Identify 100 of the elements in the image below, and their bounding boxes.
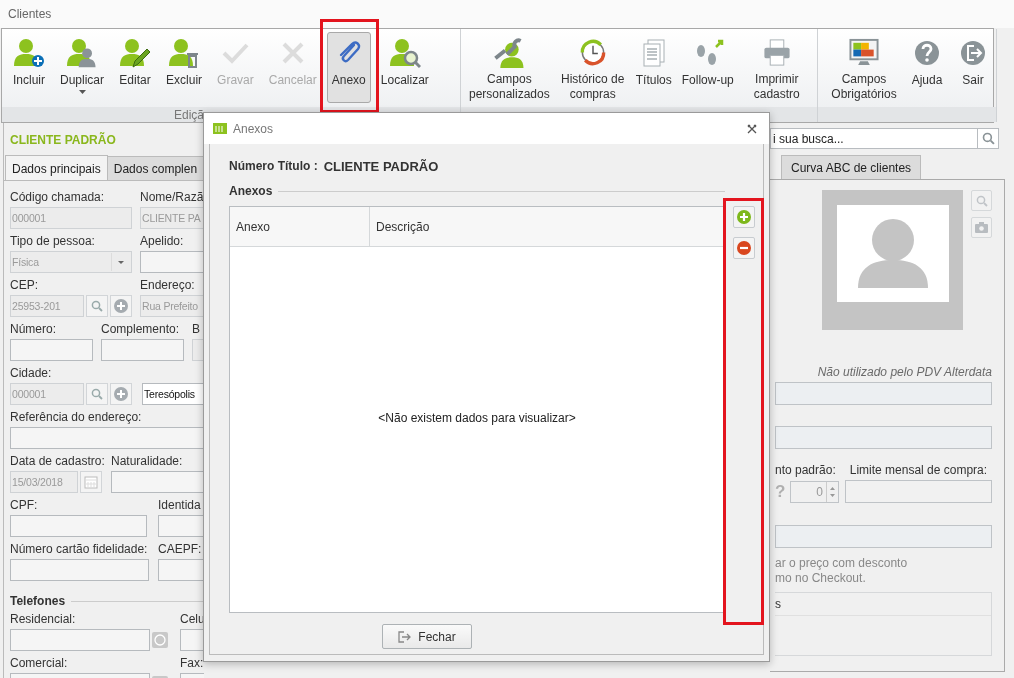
text-field[interactable] [10, 515, 147, 537]
field-label: Data de cadastro: [10, 454, 102, 468]
toolbar-button[interactable]: Sair [952, 32, 994, 103]
field-label: Residencial: [10, 612, 77, 626]
field-label: Nome/Razã [140, 190, 204, 204]
note-text: Não utilizado pelo PDV Alterdata [816, 365, 992, 379]
field-label: Identida [158, 498, 202, 512]
toolbar-button[interactable]: Títulos [630, 32, 677, 103]
field-label: CEP: [10, 278, 39, 292]
group-label: Ediçã [174, 107, 205, 122]
text-field[interactable] [158, 515, 204, 537]
section-title: Anexos [229, 184, 273, 198]
search-button[interactable] [971, 190, 992, 211]
tab[interactable]: Dados complen [106, 156, 204, 180]
monitor-puzzle-icon [848, 37, 880, 68]
text-field[interactable] [158, 559, 204, 581]
field-label: Número: [10, 322, 57, 336]
tab[interactable]: Dados principais [5, 155, 108, 180]
tab[interactable]: Curva ABC de clientes [781, 155, 922, 179]
hint-text: mo no Checkout. [775, 571, 867, 586]
remove-button[interactable] [733, 237, 755, 259]
person-search-icon [388, 37, 421, 69]
toolbar-button[interactable]: Ajuda [906, 32, 948, 103]
toolbar-button[interactable]: Follow-up [676, 32, 739, 103]
field-label: Naturalidade: [111, 454, 184, 468]
add-button[interactable] [110, 295, 132, 317]
search-icon [91, 388, 103, 400]
plus-icon [114, 387, 128, 401]
column-header[interactable]: Descrição [370, 207, 724, 246]
minus-icon [737, 241, 751, 255]
dialog-title: Anexos [233, 121, 275, 136]
person-trash-icon [168, 37, 201, 69]
field-label: Comercial: [10, 656, 69, 670]
toolbar-button[interactable]: Campos personalizados [464, 32, 555, 103]
text-field[interactable] [775, 525, 992, 548]
chat-icon[interactable] [152, 632, 168, 648]
text-field[interactable]: Teresópolis [142, 383, 204, 405]
field-label: CAEPF: [158, 542, 203, 556]
toolbar-button[interactable]: Excluir [161, 32, 208, 103]
group-title: s [775, 593, 991, 616]
search-field[interactable]: i sua busca... [770, 128, 977, 149]
text-field[interactable] [10, 427, 204, 449]
search-icon [91, 300, 103, 312]
close-icon[interactable] [747, 123, 757, 134]
close-button[interactable]: Fechar [382, 624, 472, 649]
empty-message: <Não existem dados para visualizar> [378, 410, 576, 425]
calendar-button[interactable] [80, 471, 102, 493]
section-title: Telefones [10, 594, 66, 608]
text-field[interactable] [111, 471, 204, 493]
text-field[interactable] [775, 426, 992, 449]
title-number: CLIENTE PADRÃO [323, 159, 439, 174]
plus-icon [737, 210, 751, 224]
field-label: Código chamada: [10, 190, 106, 204]
client-name: CLIENTE PADRÃO [9, 131, 117, 149]
text-field[interactable] [775, 382, 992, 405]
toolbar-button[interactable]: Localizar [375, 32, 434, 103]
search-icon [975, 194, 988, 207]
camera-icon [975, 222, 988, 233]
field-label: Complemento: [101, 322, 181, 336]
field-label: Apelido: [140, 234, 185, 248]
person-pencil-icon [119, 37, 152, 69]
add-button[interactable] [110, 383, 132, 405]
text-field[interactable] [10, 629, 150, 651]
toolbar-button[interactable]: Campos Obrigatórios [826, 32, 902, 103]
field-label: CPF: [10, 498, 39, 512]
column-header[interactable]: Anexo [230, 207, 370, 246]
person-wrench-icon [493, 37, 526, 68]
exit-icon [398, 630, 413, 643]
help-mark: ? [775, 481, 784, 502]
text-field[interactable] [10, 339, 93, 361]
field-label: Limite mensal de compra: [849, 463, 988, 477]
search-button[interactable] [86, 295, 108, 317]
field-label: Endereço: [140, 278, 196, 292]
window-title: Clientes [8, 7, 52, 21]
field-label: Número Título : [229, 159, 318, 174]
avatar-icon [836, 205, 949, 302]
field-label: Cidade: [10, 366, 53, 380]
toolbar-button[interactable]: Anexo [326, 32, 371, 103]
search-button[interactable] [86, 383, 108, 405]
people-icon [66, 37, 98, 69]
text-field[interactable] [101, 339, 184, 361]
text-field[interactable] [845, 480, 992, 503]
add-button[interactable] [733, 206, 755, 228]
search-icon [981, 132, 995, 145]
field-label: Tipo de pessoa: [10, 234, 96, 248]
text-field[interactable] [140, 251, 204, 273]
toolbar-button[interactable]: Incluir [8, 32, 50, 103]
field-label: Referência do endereço: [10, 410, 143, 424]
camera-button[interactable] [971, 217, 992, 238]
toolbar-button[interactable]: Editar [114, 32, 157, 103]
search-button[interactable] [977, 128, 999, 149]
plus-icon [114, 299, 128, 313]
calendar-icon [84, 475, 98, 489]
text-field[interactable] [10, 559, 149, 581]
person-add-icon [13, 37, 45, 69]
toolbar-button[interactable]: Imprimir cadastro [738, 32, 815, 103]
toolbar-button[interactable]: Duplicar [55, 32, 110, 103]
toolbar-button[interactable]: Histórico de compras [554, 32, 631, 103]
hint-text: ar o preço com desconto [775, 556, 909, 571]
field-label: Número cartão fidelidade: [10, 542, 149, 556]
